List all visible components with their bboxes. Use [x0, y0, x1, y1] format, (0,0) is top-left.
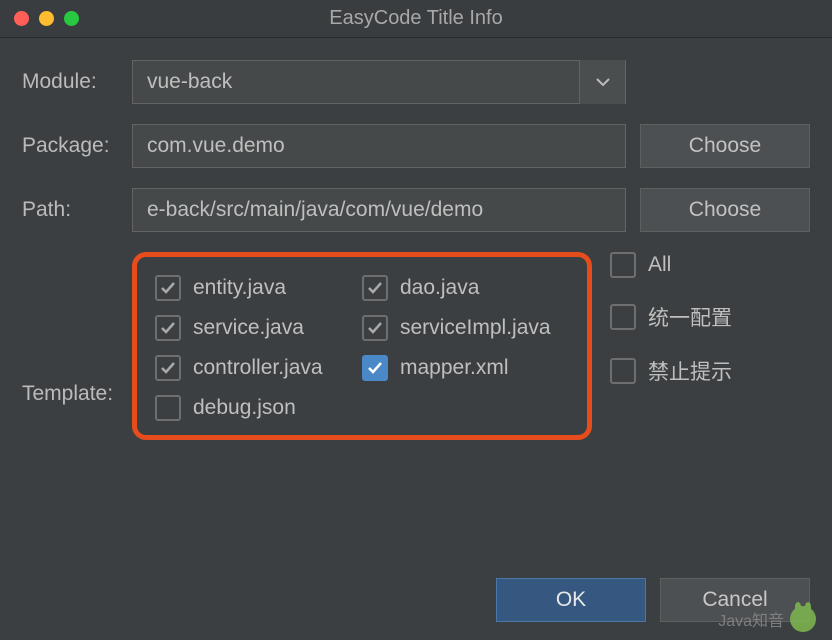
checkbox-label: 禁止提示	[648, 356, 732, 386]
traffic-lights	[14, 11, 79, 26]
checkbox-icon[interactable]	[155, 355, 181, 381]
chevron-down-icon	[596, 77, 610, 87]
template-item[interactable]: mapper.xml	[362, 355, 569, 381]
checkbox-icon[interactable]	[155, 315, 181, 341]
package-input[interactable]: com.vue.demo	[132, 124, 626, 168]
module-select[interactable]: vue-back	[132, 60, 626, 104]
ok-button[interactable]: OK	[496, 578, 646, 622]
checkbox-icon[interactable]	[362, 315, 388, 341]
template-item[interactable]: entity.java	[155, 275, 362, 301]
module-row: Module: vue-back	[22, 60, 810, 104]
module-label: Module:	[22, 70, 132, 94]
minimize-icon[interactable]	[39, 11, 54, 26]
path-row: Path: e-back/src/main/java/com/vue/demo …	[22, 188, 810, 232]
checkbox-label: entity.java	[193, 276, 286, 300]
side-options: All 统一配置禁止提示	[610, 252, 732, 410]
choose-path-button[interactable]: Choose	[640, 188, 810, 232]
template-checkbox-group: entity.java dao.java service.java serviceIm…	[132, 252, 592, 440]
cancel-button[interactable]: Cancel	[660, 578, 810, 622]
package-row: Package: com.vue.demo Choose	[22, 124, 810, 168]
side-option-item[interactable]: All	[610, 252, 732, 278]
checkbox-icon[interactable]	[610, 252, 636, 278]
template-row: debug.json	[155, 395, 569, 421]
checkbox-icon[interactable]	[610, 304, 636, 330]
module-value: vue-back	[147, 70, 232, 94]
path-label: Path:	[22, 198, 132, 222]
path-input[interactable]: e-back/src/main/java/com/vue/demo	[132, 188, 626, 232]
template-item[interactable]: dao.java	[362, 275, 569, 301]
template-row: service.java serviceImpl.java	[155, 315, 569, 341]
checkbox-label: debug.json	[193, 396, 296, 420]
template-label: Template:	[22, 382, 132, 406]
checkbox-label: serviceImpl.java	[400, 316, 551, 340]
checkbox-icon[interactable]	[362, 355, 388, 381]
checkbox-icon[interactable]	[362, 275, 388, 301]
package-value: com.vue.demo	[147, 134, 285, 158]
side-option-item[interactable]: 禁止提示	[610, 356, 732, 386]
template-item[interactable]: service.java	[155, 315, 362, 341]
checkbox-label: controller.java	[193, 356, 323, 380]
dialog-content: Module: vue-back Package: com.vue.demo C…	[0, 38, 832, 440]
checkbox-icon[interactable]	[610, 358, 636, 384]
window-title: EasyCode Title Info	[0, 7, 832, 30]
checkbox-label: All	[648, 253, 671, 277]
titlebar: EasyCode Title Info	[0, 0, 832, 38]
checkbox-label: dao.java	[400, 276, 479, 300]
template-row: entity.java dao.java	[155, 275, 569, 301]
template-row: controller.java mapper.xml	[155, 355, 569, 381]
dropdown-button[interactable]	[579, 60, 625, 104]
template-item[interactable]: debug.json	[155, 395, 370, 421]
maximize-icon[interactable]	[64, 11, 79, 26]
close-icon[interactable]	[14, 11, 29, 26]
package-label: Package:	[22, 134, 132, 158]
dialog-footer: OK Cancel	[496, 578, 810, 622]
template-item[interactable]: controller.java	[155, 355, 362, 381]
path-value: e-back/src/main/java/com/vue/demo	[147, 198, 483, 222]
checkbox-icon[interactable]	[155, 275, 181, 301]
checkbox-label: 统一配置	[648, 302, 732, 332]
checkbox-label: mapper.xml	[400, 356, 509, 380]
choose-package-button[interactable]: Choose	[640, 124, 810, 168]
checkbox-icon[interactable]	[155, 395, 181, 421]
checkbox-label: service.java	[193, 316, 304, 340]
template-item[interactable]: serviceImpl.java	[362, 315, 569, 341]
template-row: Template: entity.java dao.java service.jav…	[22, 252, 810, 440]
side-option-item[interactable]: 统一配置	[610, 302, 732, 332]
